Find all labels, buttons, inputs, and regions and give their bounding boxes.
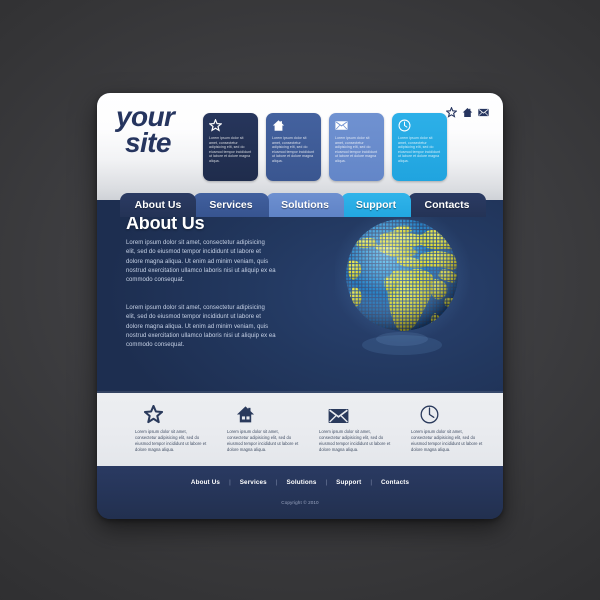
home-icon [236, 406, 255, 423]
main-navigation: About Us Services Solutions Support Cont… [97, 193, 503, 217]
header-feature-text: Lorem ipsum dolor sit amet, consectetur … [209, 136, 252, 163]
star-icon[interactable] [446, 107, 457, 118]
home-icon [272, 120, 285, 131]
mail-icon[interactable] [478, 107, 489, 118]
feature-icon-wrap [227, 404, 315, 424]
header-feature-boxes: Lorem ipsum dolor sit amet, consectetur … [203, 113, 447, 181]
main-content-panel: About Us Lorem ipsum dolor sit amet, con… [97, 200, 503, 393]
logo-line-2: site [125, 127, 171, 158]
footer-link-contacts[interactable]: Contacts [372, 479, 418, 486]
feature-icon-wrap [319, 404, 407, 424]
header-feature-box-4[interactable]: Lorem ipsum dolor sit amet, consectetur … [392, 113, 447, 181]
header-feature-text: Lorem ipsum dolor sit amet, consectetur … [335, 136, 378, 163]
mail-icon [335, 121, 348, 130]
feature-text: Lorem ipsum dolor sit amet, consectetur … [227, 429, 299, 453]
mail-icon [328, 409, 349, 423]
feature-column-3[interactable]: Lorem ipsum dolor sit amet, consectetur … [319, 404, 407, 466]
feature-icon-wrap [135, 404, 223, 424]
feature-column-1[interactable]: Lorem ipsum dolor sit amet, consectetur … [135, 404, 223, 466]
nav-tab-solutions[interactable]: Solutions [266, 193, 344, 217]
nav-tab-support[interactable]: Support [341, 193, 411, 217]
star-icon [209, 119, 222, 132]
social-icon-bar [446, 107, 489, 118]
clock-icon [398, 119, 411, 132]
footer-link-about-us[interactable]: About Us [182, 479, 229, 486]
header-feature-box-1[interactable]: Lorem ipsum dolor sit amet, consectetur … [203, 113, 258, 181]
header-feature-box-2[interactable]: Lorem ipsum dolor sit amet, consectetur … [266, 113, 321, 181]
feature-text: Lorem ipsum dolor sit amet, consectetur … [319, 429, 391, 453]
footer-link-services[interactable]: Services [231, 479, 276, 486]
site-footer: About Us | Services | Solutions | Suppor… [97, 466, 503, 519]
about-paragraph-1: Lorem ipsum dolor sit amet, consectetur … [126, 240, 276, 284]
header-feature-text: Lorem ipsum dolor sit amet, consectetur … [272, 136, 315, 163]
feature-text: Lorem ipsum dolor sit amet, consectetur … [135, 429, 207, 453]
website-card: your site Lorem ipsum dolor sit amet, co… [97, 93, 503, 519]
nav-tab-contacts[interactable]: Contacts [408, 193, 486, 217]
header-feature-box-3[interactable]: Lorem ipsum dolor sit amet, consectetur … [329, 113, 384, 181]
page-background: your site Lorem ipsum dolor sit amet, co… [0, 0, 600, 600]
feature-column-2[interactable]: Lorem ipsum dolor sit amet, consectetur … [227, 404, 315, 466]
about-paragraph-2: Lorem ipsum dolor sit amet, consectetur … [126, 305, 276, 349]
footer-navigation: About Us | Services | Solutions | Suppor… [97, 479, 503, 486]
nav-tab-about-us[interactable]: About Us [120, 193, 196, 217]
features-strip: Lorem ipsum dolor sit amet, consectetur … [97, 393, 503, 466]
clock-icon [420, 405, 439, 424]
feature-text: Lorem ipsum dolor sit amet, consectetur … [411, 429, 483, 453]
home-icon[interactable] [462, 107, 473, 118]
footer-link-solutions[interactable]: Solutions [277, 479, 325, 486]
star-icon [144, 405, 163, 424]
feature-icon-wrap [411, 404, 499, 424]
copyright-notice: Copyright © 2010 [281, 500, 319, 505]
footer-link-support[interactable]: Support [327, 479, 370, 486]
header-feature-text: Lorem ipsum dolor sit amet, consectetur … [398, 136, 441, 163]
dotted-globe-icon [335, 213, 470, 355]
nav-tab-services[interactable]: Services [193, 193, 269, 217]
site-logo[interactable]: your site [116, 103, 175, 158]
feature-column-4[interactable]: Lorem ipsum dolor sit amet, consectetur … [411, 404, 499, 466]
globe-illustration [335, 213, 470, 373]
site-header: your site Lorem ipsum dolor sit amet, co… [97, 93, 503, 217]
